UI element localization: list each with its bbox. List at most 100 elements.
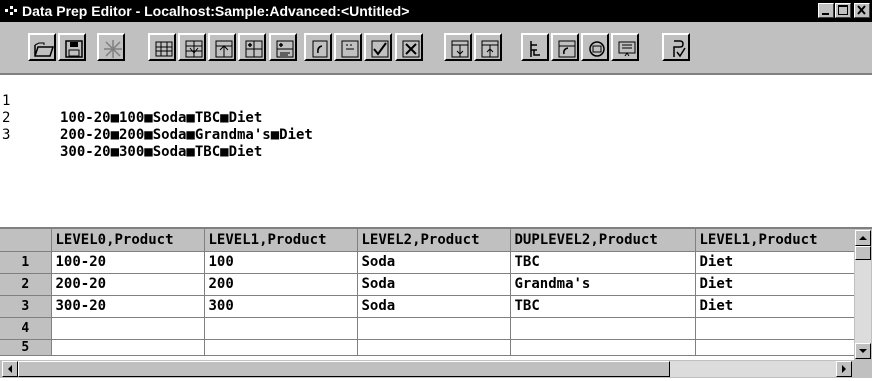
table-cell[interactable]: TBC	[510, 251, 696, 274]
table-cell[interactable]: Soda	[357, 251, 511, 274]
table-cell[interactable]	[357, 317, 511, 340]
column-header[interactable]: LEVEL2,Product	[357, 229, 511, 252]
table-cell[interactable]: Grandma's	[510, 273, 696, 296]
title-bar[interactable]: Data Prep Editor - Localhost:Sample:Adva…	[0, 0, 872, 22]
save-disk-icon	[65, 40, 83, 58]
move-field-icon	[451, 40, 469, 58]
save-button[interactable]	[58, 33, 86, 61]
row-header[interactable]: 5	[0, 339, 52, 356]
data-load-settings-button[interactable]	[551, 33, 579, 61]
table-row: 3 300-20 300 Soda TBC Diet	[0, 295, 855, 318]
validate-icon	[673, 40, 686, 58]
field-properties-button[interactable]	[334, 33, 362, 61]
table-cell[interactable]: Soda	[357, 273, 511, 296]
text-line: 1 100-20■100■Soda■TBC■Diet	[0, 76, 262, 126]
table-row: 1 100-20 100 Soda TBC Diet	[0, 251, 855, 274]
close-button[interactable]	[854, 3, 870, 18]
table-cell[interactable]	[510, 317, 696, 340]
maximize-button[interactable]	[835, 3, 851, 18]
row-header[interactable]: 3	[0, 295, 52, 318]
row-header[interactable]: 1	[0, 251, 52, 274]
table-cell[interactable]: 300	[204, 295, 358, 318]
star-cross-icon	[104, 40, 122, 58]
vertical-scroll-thumb[interactable]	[855, 246, 871, 260]
split-button[interactable]	[208, 33, 236, 61]
column-header-row: LEVEL0,Product LEVEL1,Product LEVEL2,Pro…	[0, 229, 855, 252]
table-cell[interactable]: 100-20	[51, 251, 205, 274]
dimension-build-button[interactable]	[581, 33, 609, 61]
table-cell[interactable]: 200	[204, 273, 358, 296]
scroll-down-button[interactable]	[855, 343, 871, 359]
dimension-build-icon	[589, 41, 605, 57]
table-row: 4	[0, 317, 855, 340]
reject-button[interactable]	[395, 33, 423, 61]
scroll-up-button[interactable]	[855, 230, 871, 246]
row-header[interactable]: 4	[0, 317, 52, 340]
source-text-pane[interactable]: 1 100-20■100■Soda■TBC■Diet 2 200-20■200■…	[0, 74, 872, 227]
horizontal-scrollbar[interactable]	[0, 360, 872, 378]
line-number: 3	[2, 127, 11, 143]
data-prep-icon[interactable]	[3, 3, 19, 19]
create-text-field-icon	[276, 40, 294, 58]
horizontal-scroll-thumb[interactable]	[18, 361, 670, 377]
column-header[interactable]: LEVEL1,Product	[695, 229, 855, 252]
table-cell[interactable]: Diet	[695, 295, 855, 318]
minimize-icon	[822, 13, 829, 15]
open-button[interactable]	[28, 33, 56, 61]
line-text: 300-20■300■Soda■TBC■Diet	[60, 144, 263, 160]
fields-button[interactable]	[148, 33, 176, 61]
field-grid[interactable]: LEVEL0,Product LEVEL1,Product LEVEL2,Pro…	[0, 227, 872, 380]
join-fields-icon	[185, 40, 203, 58]
table-cell[interactable]	[510, 339, 696, 356]
data-settings-icon	[558, 40, 576, 58]
table-cell[interactable]	[695, 339, 855, 356]
view-icon	[618, 41, 636, 57]
table-cell[interactable]	[204, 339, 358, 356]
grid-fields-icon	[155, 41, 173, 57]
join-button[interactable]	[178, 33, 206, 61]
line-text: 100-20■100■Soda■TBC■Diet	[60, 110, 263, 126]
table-cell[interactable]	[357, 339, 511, 356]
table-cell[interactable]: Diet	[695, 251, 855, 274]
table-cell[interactable]: 300-20	[51, 295, 205, 318]
move-field-button[interactable]	[444, 33, 472, 61]
table-cell[interactable]	[51, 339, 205, 356]
scroll-right-button[interactable]	[836, 361, 852, 377]
reject-x-icon	[402, 40, 420, 58]
column-header[interactable]: LEVEL0,Product	[51, 229, 205, 252]
table-cell[interactable]: TBC	[510, 295, 696, 318]
associate-outline-button[interactable]	[521, 33, 549, 61]
create-field-icon	[245, 40, 263, 58]
scroll-left-button[interactable]	[2, 361, 18, 377]
table-cell[interactable]: Soda	[357, 295, 511, 318]
line-text: 200-20■200■Soda■Grandma's■Diet	[60, 127, 313, 143]
table-cell[interactable]: Diet	[695, 273, 855, 296]
table-cell[interactable]	[51, 317, 205, 340]
replace-button[interactable]	[304, 33, 332, 61]
select-button[interactable]	[364, 33, 392, 61]
row-header[interactable]: 2	[0, 273, 52, 296]
sort-icon	[481, 40, 499, 58]
table-row: 2 200-20 200 Soda Grandma's Diet	[0, 273, 855, 296]
field-properties-icon	[341, 40, 359, 58]
minimize-button[interactable]	[818, 3, 834, 18]
table-cell[interactable]: 200-20	[51, 273, 205, 296]
column-header[interactable]: LEVEL1,Product	[204, 229, 358, 252]
create-field-button[interactable]	[238, 33, 266, 61]
arrow-right-icon	[842, 365, 846, 373]
table-cell[interactable]	[695, 317, 855, 340]
table-cell[interactable]: 100	[204, 251, 358, 274]
arrow-up-icon	[859, 236, 867, 240]
sort-button[interactable]	[474, 33, 502, 61]
validate-button[interactable]	[662, 33, 690, 61]
create-text-field-button[interactable]	[269, 33, 297, 61]
table-cell[interactable]	[204, 317, 358, 340]
ignore-button[interactable]	[97, 33, 125, 61]
vertical-scrollbar[interactable]	[854, 229, 872, 360]
corner-select-all[interactable]	[0, 229, 52, 252]
outline-icon	[530, 41, 540, 57]
view-button[interactable]	[611, 33, 639, 61]
column-header[interactable]: DUPLEVEL2,Product	[510, 229, 696, 252]
open-folder-icon	[34, 42, 55, 57]
vertical-scroll-track[interactable]	[855, 246, 871, 343]
